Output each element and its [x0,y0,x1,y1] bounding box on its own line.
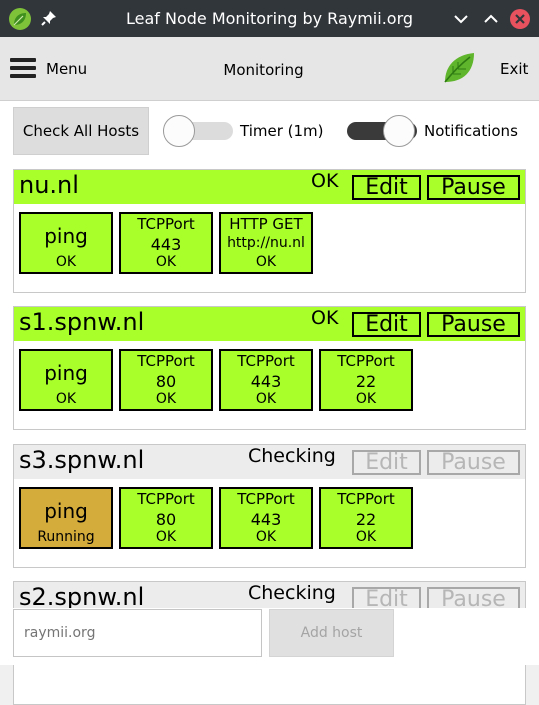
host-card: s1.spnw.nl OK Edit Pause ping OK TCPPort… [13,306,526,430]
pause-button[interactable]: Pause [427,450,520,475]
host-card: nu.nl OK Edit Pause ping OK TCPPort 443 … [13,169,526,293]
check-tile-ping[interactable]: ping OK [19,212,113,274]
check-tile-tcpport[interactable]: TCPPort 80 OK [119,349,213,411]
check-tile-tcpport[interactable]: TCPPort 443 OK [119,212,213,274]
check-target: 80 [155,372,177,391]
check-all-hosts-button[interactable]: Check All Hosts [13,107,149,155]
host-status: OK [311,307,339,329]
host-status: Checking [248,582,336,604]
host-url-input[interactable] [13,609,262,657]
check-state: OK [255,391,277,407]
check-name: TCPPort [137,352,195,370]
check-name: TCPPort [137,490,195,508]
check-tile-tcpport[interactable]: TCPPort 80 OK [119,487,213,549]
check-name: HTTP GET [229,215,303,233]
check-state: OK [255,254,277,270]
check-target: 22 [355,510,377,529]
check-tile-tcpport[interactable]: TCPPort 443 OK [219,349,313,411]
check-tile-ping[interactable]: ping Running [19,487,113,549]
notifications-toggle[interactable] [347,115,417,147]
check-target: 443 [250,372,282,391]
check-name: TCPPort [237,352,295,370]
check-state: Running [37,529,95,545]
edit-button[interactable]: Edit [352,312,421,337]
chevron-up-icon[interactable] [480,8,502,30]
check-state: OK [155,529,177,545]
check-state: OK [155,391,177,407]
check-tile-tcpport[interactable]: TCPPort 22 OK [319,487,413,549]
host-name: s2.spnw.nl [19,583,145,611]
check-tile-tcpport[interactable]: TCPPort 22 OK [319,349,413,411]
window-title-bar: Leaf Node Monitoring by Raymii.org [0,0,539,37]
edit-button[interactable]: Edit [352,450,421,475]
check-name: TCPPort [237,490,295,508]
check-tile-http-get[interactable]: HTTP GET http://nu.nl OK [219,212,313,274]
check-name: ping [44,361,88,385]
check-tile-tcpport[interactable]: TCPPort 443 OK [219,487,313,549]
exit-button[interactable]: Exit [500,60,528,78]
check-name: ping [44,224,88,248]
pause-button[interactable]: Pause [427,312,520,337]
check-state: OK [55,254,77,270]
add-host-button[interactable]: Add host [269,609,394,657]
check-state: OK [255,529,277,545]
host-card: s3.spnw.nl Checking Edit Pause ping Runn… [13,444,526,568]
check-name: TCPPort [337,490,395,508]
check-tile-ping[interactable]: ping OK [19,349,113,411]
check-name: TCPPort [137,215,195,233]
check-target: 443 [250,510,282,529]
chevron-down-icon[interactable] [450,8,472,30]
check-target: 443 [150,235,182,254]
pause-button[interactable]: Pause [427,175,520,200]
host-name: s1.spnw.nl [19,308,145,336]
edit-button[interactable]: Edit [352,175,421,200]
check-name: ping [44,499,88,523]
host-status: OK [311,170,339,192]
leaf-logo-icon [444,53,474,83]
timer-toggle[interactable] [163,115,233,147]
check-state: OK [155,254,177,270]
close-icon[interactable] [509,8,531,30]
check-name: TCPPort [337,352,395,370]
check-state: OK [355,529,377,545]
check-target: http://nu.nl [227,235,305,251]
host-status: Checking [248,445,336,467]
check-target: 22 [355,372,377,391]
app-header: Menu Monitoring Exit [0,37,539,101]
notifications-label: Notifications [424,122,518,140]
timer-label: Timer (1m) [240,122,324,140]
add-host-bar: Add host [0,608,539,665]
host-name: nu.nl [19,171,79,199]
check-state: OK [355,391,377,407]
check-state: OK [55,391,77,407]
host-name: s3.spnw.nl [19,446,145,474]
check-target: 80 [155,510,177,529]
